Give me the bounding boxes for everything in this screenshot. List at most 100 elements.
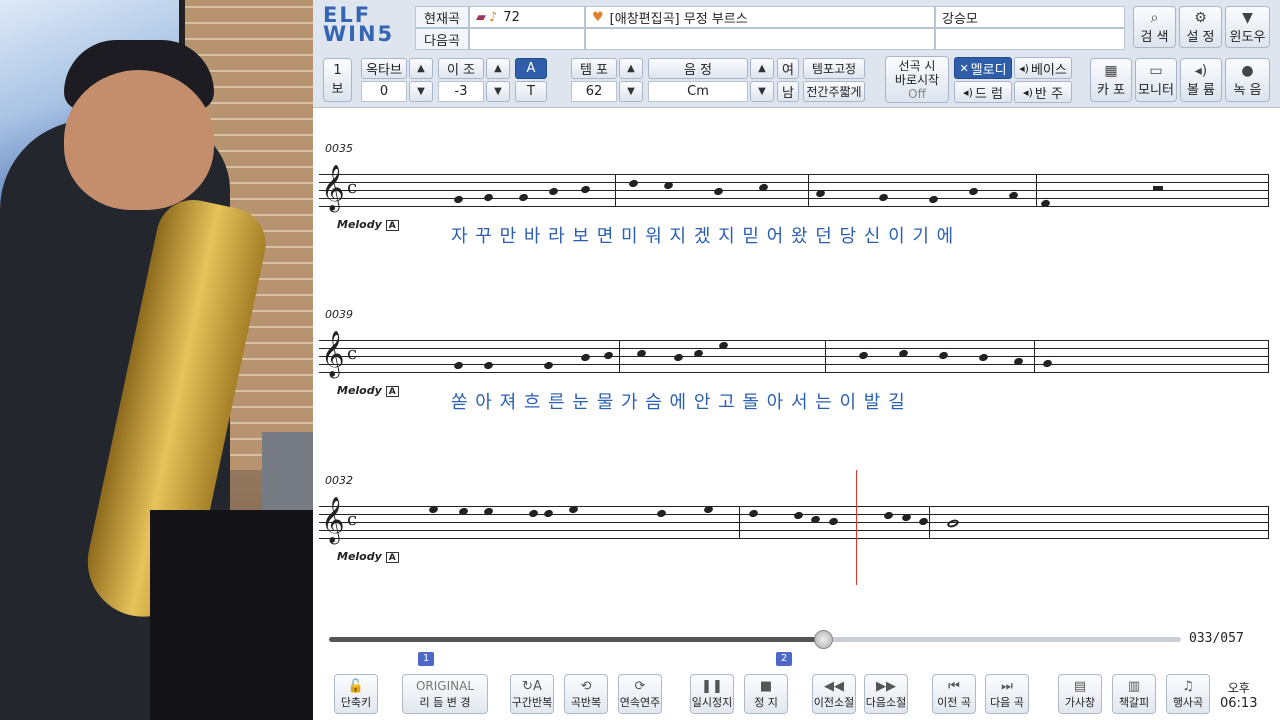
구간반복-button[interactable]: ↻A 구간반복 — [510, 674, 554, 714]
note-head — [483, 192, 494, 203]
verse-button[interactable]: 1 보 — [323, 58, 352, 102]
note-head — [628, 178, 639, 189]
octave-up-button[interactable]: ▲ — [409, 58, 433, 79]
pitch-value: Cm — [648, 81, 748, 102]
section-marker-1[interactable]: 1 — [418, 652, 434, 666]
note-head — [453, 360, 464, 371]
t-label: T — [527, 84, 535, 99]
bass-part-toggle[interactable]: ◂) 베이스 — [1014, 57, 1072, 79]
pitch-value-text: Cm — [687, 84, 709, 99]
note-head — [673, 352, 684, 363]
song-number: ▰ ♪ 72 — [469, 6, 585, 28]
triangle-up-icon: ▲ — [417, 63, 425, 74]
key-down-button[interactable]: ▼ — [486, 81, 510, 102]
verse-number: 1 — [333, 63, 342, 78]
pitch-down-button[interactable]: ▼ — [750, 81, 774, 102]
playback-progress-bar[interactable] — [329, 630, 1181, 649]
가사창-button[interactable]: ▤ 가사창 — [1058, 674, 1102, 714]
note-head — [748, 508, 759, 519]
bottom-button-label: 구간반복 — [511, 695, 553, 709]
pitch-up-button[interactable]: ▲ — [750, 58, 774, 79]
tempo-fix-label: 템포고정 — [811, 62, 857, 76]
bottom-button-label: 이전 곡 — [937, 695, 971, 709]
time-signature: c — [347, 343, 358, 364]
female-label: 여 — [782, 63, 794, 78]
note-head — [793, 510, 804, 521]
다음곡-button[interactable]: ⏭ 다음 곡 — [985, 674, 1029, 714]
settings-label: 설 정 — [1186, 29, 1215, 45]
drum-part-toggle[interactable]: ◂) 드 럼 — [954, 81, 1012, 103]
performer-head — [64, 70, 214, 210]
octave-label-text: 옥타브 — [366, 63, 402, 78]
capo-icon: ▦ — [1104, 62, 1118, 79]
search-label: 검 색 — [1140, 29, 1169, 45]
행사곡-button[interactable]: ♫ 행사곡 — [1166, 674, 1210, 714]
일시정지-button[interactable]: ❚❚ 일시정지 — [690, 674, 734, 714]
staff-line — [319, 506, 1269, 507]
volume-icon: ◂) — [1194, 62, 1208, 79]
곡반복-button[interactable]: ⟲ 곡반복 — [564, 674, 608, 714]
clock: 오후 06:13 — [1220, 680, 1257, 712]
measure-number: 0039 — [325, 308, 353, 321]
search-button[interactable]: ⌕ 검 색 — [1133, 6, 1176, 48]
interlude-short-button[interactable]: 전간주짧게 — [803, 81, 865, 102]
이전소절-button[interactable]: ◀◀ 이전소절 — [812, 674, 856, 714]
tempo-down-button[interactable]: ▼ — [619, 81, 643, 102]
singer-name: 강승모 — [935, 6, 1125, 28]
연속연주-button[interactable]: ⟳ 연속연주 — [618, 674, 662, 714]
verse-label: 보 — [331, 82, 344, 97]
note-head — [815, 188, 826, 199]
instant-start-state: Off — [908, 86, 926, 101]
time-signature: c — [347, 177, 358, 198]
record-button[interactable]: ● 녹 음 — [1225, 58, 1270, 102]
playback-cursor — [856, 470, 857, 585]
정지-button[interactable]: ■ 정 지 — [744, 674, 788, 714]
progress-knob[interactable] — [814, 630, 834, 649]
instrument-a-icon: A — [385, 220, 399, 231]
staff-line — [319, 530, 1269, 531]
melody-part-toggle[interactable]: ✕ 멜로디 — [954, 57, 1012, 79]
female-button[interactable]: 여 — [777, 58, 799, 79]
rewind-icon: ◀◀ — [824, 678, 844, 694]
이전곡-button[interactable]: ⏮ 이전 곡 — [932, 674, 976, 714]
instrument-name: Melody — [337, 550, 382, 563]
section-marker-2[interactable]: 2 — [776, 652, 792, 666]
instrument-a-icon: A — [385, 552, 399, 563]
note-icon: ♪ — [489, 9, 498, 25]
tempo-fix-button[interactable]: 템포고정 — [803, 58, 865, 79]
note-head — [568, 504, 579, 515]
record-icon: ● — [1241, 62, 1254, 79]
clock-time: 06:13 — [1220, 696, 1258, 711]
accomp-part-toggle[interactable]: ◂) 반 주 — [1014, 81, 1072, 103]
triangle-up-icon: ▲ — [758, 63, 766, 74]
note-head — [878, 192, 889, 203]
volume-button[interactable]: ◂) 볼 륨 — [1180, 58, 1222, 102]
speaker-muted-icon: ✕ — [959, 61, 969, 75]
male-button[interactable]: 남 — [777, 81, 799, 102]
t-button[interactable]: T — [515, 81, 547, 102]
리듬변경-button[interactable]: ORIGINAL 리 듬 변 경 — [402, 674, 488, 714]
window-button[interactable]: ▼ 윈도우 — [1225, 6, 1270, 48]
다음소절-button[interactable]: ▶▶ 다음소절 — [864, 674, 908, 714]
app-logo-text: ELF WIN5 — [323, 3, 395, 46]
instant-start-toggle[interactable]: 선곡 시 바로시작 Off — [885, 56, 949, 103]
capo-button[interactable]: ▦ 카 포 — [1090, 58, 1132, 102]
staff: 𝄞 c — [319, 168, 1269, 209]
pitch-label-text: 음 정 — [683, 63, 713, 78]
bottom-button-label: 다음 곡 — [990, 695, 1024, 709]
triangle-up-icon: ▲ — [627, 63, 635, 74]
note-head — [828, 516, 839, 527]
단축키-button[interactable]: 🔓 단축키 — [334, 674, 378, 714]
record-label: 녹 음 — [1233, 82, 1262, 98]
key-up-button[interactable]: ▲ — [486, 58, 510, 79]
a-button[interactable]: A — [515, 58, 547, 79]
책갈피-button[interactable]: ▥ 책갈피 — [1112, 674, 1156, 714]
song-number-next — [469, 28, 585, 50]
bottom-button-label: 행사곡 — [1172, 695, 1204, 709]
barline — [739, 506, 740, 538]
monitor-button[interactable]: ▭ 모니터 — [1135, 58, 1177, 102]
tempo-up-button[interactable]: ▲ — [619, 58, 643, 79]
octave-down-button[interactable]: ▼ — [409, 81, 433, 102]
bottom-button-label: 가사창 — [1064, 695, 1096, 709]
settings-button[interactable]: ⚙ 설 정 — [1179, 6, 1222, 48]
